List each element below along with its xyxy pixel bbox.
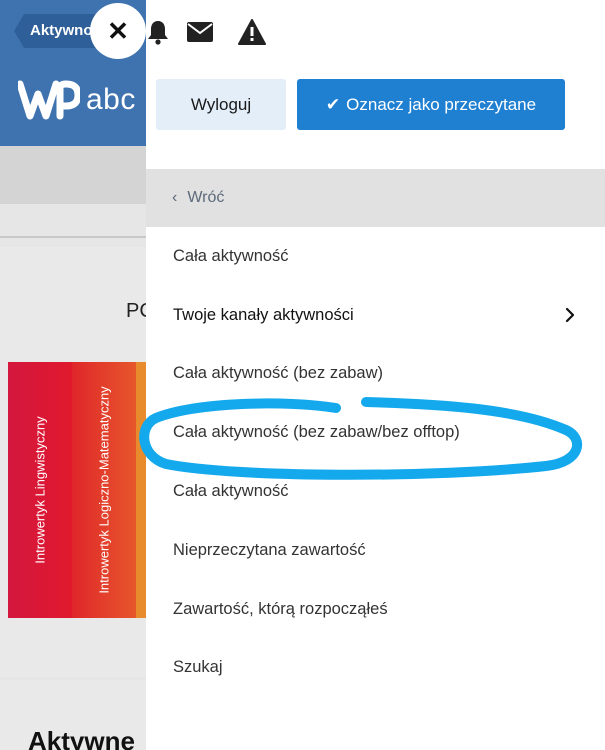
logout-button[interactable]: Wyloguj <box>156 79 286 130</box>
bell-icon <box>148 21 168 45</box>
menu-item-label: Cała aktywność <box>173 246 289 265</box>
menu-item-label: Nieprzeczytana zawartość <box>173 540 366 559</box>
chevron-right-icon <box>565 307 575 323</box>
background-strip-3[interactable] <box>136 362 146 618</box>
menu-item-all-activity[interactable]: Cała aktywność <box>146 227 605 286</box>
menu-item-label: Twoje kanały aktywności <box>173 305 354 324</box>
checkmark-icon: ✔ <box>325 94 341 114</box>
background-strip-1[interactable]: Introwertyk Lingwistyczny <box>8 362 72 618</box>
back-label: Wróć <box>187 189 225 206</box>
menu-item-all-activity-2[interactable]: Cała aktywność <box>146 462 605 521</box>
user-menu-drawer: Wyloguj ✔ Oznacz jako przeczytane ‹ Wróć… <box>146 0 605 750</box>
notifications-button[interactable] <box>146 14 174 50</box>
mark-all-read-label: Oznacz jako przeczytane <box>346 94 537 114</box>
logo-text: abc <box>86 83 136 116</box>
site-logo[interactable]: abc <box>18 80 136 120</box>
envelope-icon <box>187 22 213 42</box>
menu-item-label: Zawartość, którą rozpocząłeś <box>173 599 388 618</box>
background-strip-1-label: Introwertyk Lingwistyczny <box>32 416 48 564</box>
close-icon: ✕ <box>107 15 129 46</box>
action-buttons: Wyloguj ✔ Oznacz jako przeczytane <box>156 79 565 130</box>
activity-menu: Cała aktywność Twoje kanały aktywności C… <box>146 227 605 697</box>
menu-item-unread-content[interactable]: Nieprzeczytana zawartość <box>146 521 605 580</box>
menu-item-all-activity-no-games-no-offtop[interactable]: Cała aktywność (bez zabaw/bez offtop) <box>146 403 605 462</box>
menu-item-search[interactable]: Szukaj <box>146 639 605 698</box>
close-drawer-button[interactable]: ✕ <box>90 3 146 59</box>
menu-item-label: Cała aktywność (bez zabaw) <box>173 364 384 383</box>
background-bottom-title: Aktywne <box>28 726 135 750</box>
menu-item-label: Cała aktywność (bez zabaw/bez offtop) <box>173 423 460 442</box>
menu-item-all-activity-no-games[interactable]: Cała aktywność (bez zabaw) <box>146 345 605 404</box>
menu-item-label: Szukaj <box>173 658 223 677</box>
menu-item-label: Cała aktywność <box>173 482 289 501</box>
background-strip-2[interactable]: Introwertyk Logiczno-Matematyczny <box>72 362 136 618</box>
menu-item-activity-streams[interactable]: Twoje kanały aktywności <box>146 286 605 345</box>
back-button[interactable]: ‹ Wróć <box>146 169 605 227</box>
warning-icon <box>238 19 266 45</box>
background-strip-2-label: Introwertyk Logiczno-Matematyczny <box>96 386 112 594</box>
chevron-left-icon: ‹ <box>172 189 178 206</box>
wp-logo-icon <box>18 80 80 120</box>
mark-all-read-button[interactable]: ✔ Oznacz jako przeczytane <box>297 79 565 130</box>
reports-button[interactable] <box>226 14 278 50</box>
menu-item-content-i-started[interactable]: Zawartość, którą rozpocząłeś <box>146 580 605 639</box>
messages-button[interactable] <box>174 14 226 50</box>
notification-toolbar <box>146 14 278 50</box>
